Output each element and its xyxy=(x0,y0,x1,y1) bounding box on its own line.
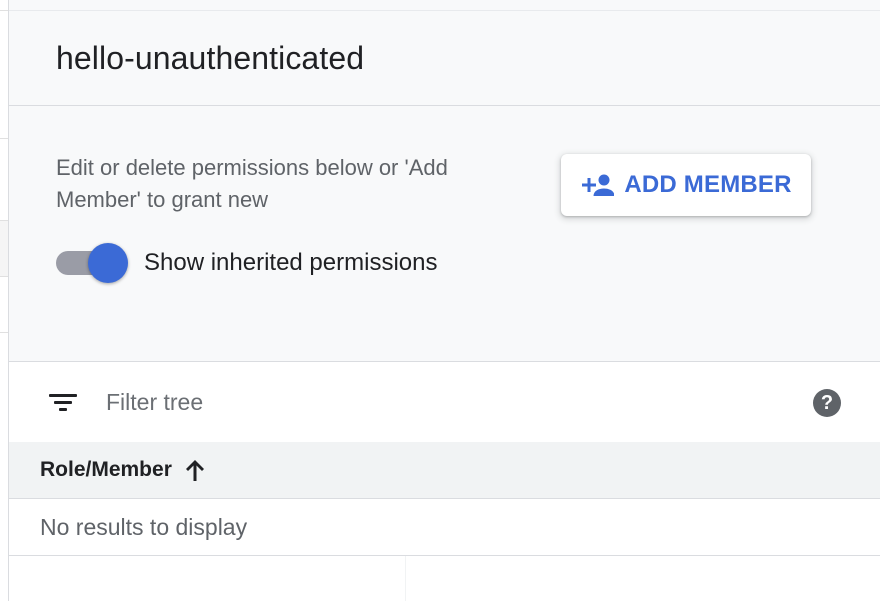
background-page-edge xyxy=(0,0,8,601)
filter-bar: ? xyxy=(9,361,880,443)
person-add-icon xyxy=(582,174,615,196)
filter-list-icon[interactable] xyxy=(49,390,77,414)
panel-description: Edit or delete permissions below or 'Add… xyxy=(56,155,448,212)
column-header-label: Role/Member xyxy=(40,458,172,481)
permissions-panel: hello-unauthenticated Edit or delete per… xyxy=(8,0,880,601)
toggle-thumb xyxy=(88,243,128,283)
arrow-up-icon xyxy=(185,460,204,481)
panel-title: hello-unauthenticated xyxy=(56,40,365,76)
table-empty-row: No results to display xyxy=(9,499,880,556)
help-icon[interactable]: ? xyxy=(813,389,841,417)
show-inherited-label: Show inherited permissions xyxy=(144,249,438,276)
filter-tree-input[interactable] xyxy=(106,384,706,420)
empty-message: No results to display xyxy=(40,513,248,540)
table-body-area xyxy=(9,556,880,601)
column-header-role-member[interactable]: Role/Member xyxy=(40,458,206,482)
inherited-permissions-row: Show inherited permissions xyxy=(56,243,437,283)
show-inherited-toggle[interactable] xyxy=(56,243,128,283)
add-member-label: ADD MEMBER xyxy=(624,171,792,198)
table-header: Role/Member xyxy=(9,442,880,499)
panel-header: hello-unauthenticated xyxy=(9,11,880,106)
add-member-button[interactable]: ADD MEMBER xyxy=(561,154,811,216)
